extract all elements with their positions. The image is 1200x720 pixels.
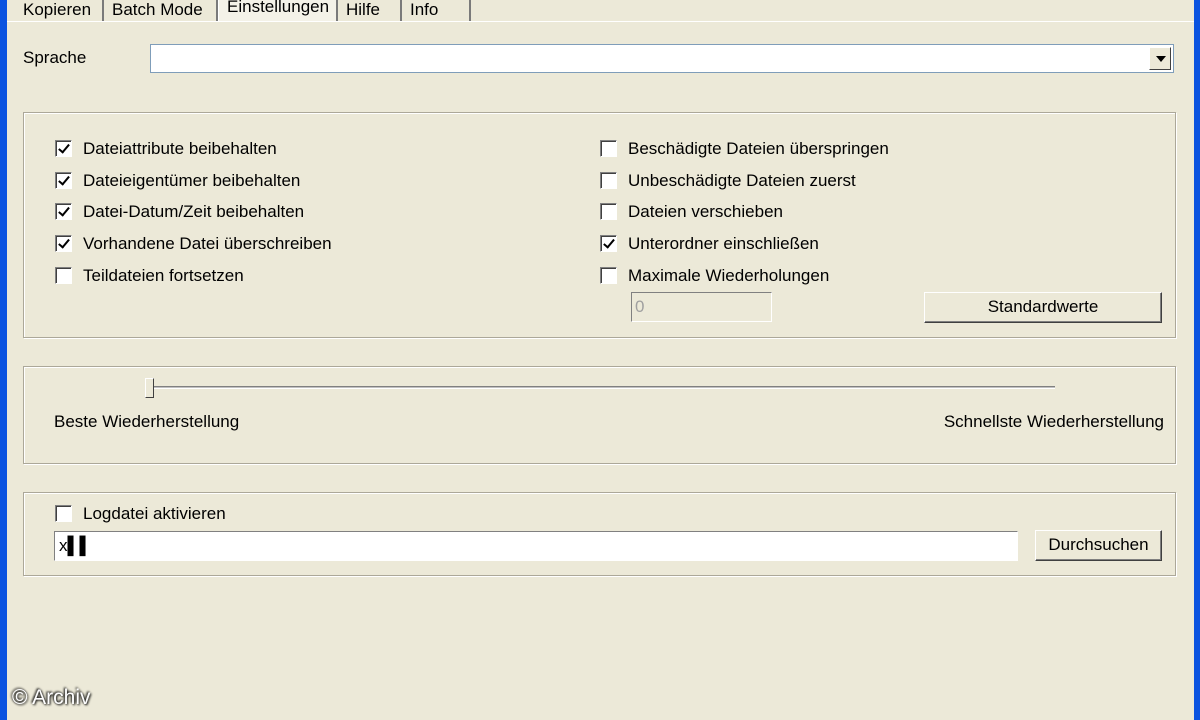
checkbox-label: Maximale Wiederholungen: [628, 266, 830, 285]
checkbox-label: Teildateien fortsetzen: [83, 266, 244, 285]
checkbox-label: Vorhandene Datei überschreiben: [83, 234, 332, 253]
checkbox-label: Beschädigte Dateien überspringen: [628, 139, 889, 158]
checkbox-icon: [600, 203, 617, 220]
tab-strip: Kopieren Batch Mode Einstellungen Hilfe …: [7, 0, 1194, 22]
checkbox-icon: [55, 172, 72, 189]
checkbox-icon: [600, 172, 617, 189]
recovery-slider-track[interactable]: [145, 386, 1055, 389]
recovery-slider-thumb[interactable]: [145, 378, 154, 398]
browse-button[interactable]: Durchsuchen: [1035, 530, 1162, 561]
tab-kopieren[interactable]: Kopieren: [15, 0, 104, 21]
checkbox-label: Dateieigentümer beibehalten: [83, 171, 301, 190]
language-label: Sprache: [23, 48, 87, 67]
tab-info[interactable]: Info: [402, 0, 471, 21]
checkbox-label: Dateiattribute beibehalten: [83, 139, 277, 158]
checkbox-label: Logdatei aktivieren: [83, 504, 226, 523]
tab-einstellungen[interactable]: Einstellungen: [218, 0, 338, 21]
checkbox-icon: [55, 203, 72, 220]
checkbox-icon: [55, 505, 72, 522]
checkbox-label: Unbeschädigte Dateien zuerst: [628, 171, 856, 190]
checkbox-icon: [600, 140, 617, 157]
checkbox-icon: [55, 267, 72, 284]
checkbox-label: Unterordner einschließen: [628, 234, 819, 253]
max-retries-input[interactable]: 0: [631, 292, 772, 322]
window-frame-right: [1194, 0, 1200, 720]
language-select[interactable]: [150, 44, 1174, 73]
dropdown-arrow-icon[interactable]: [1149, 47, 1171, 70]
tab-batch-mode[interactable]: Batch Mode: [104, 0, 218, 21]
watermark: © Archiv: [12, 686, 91, 709]
slider-right-label: Schnellste Wiederherstellung: [943, 412, 1164, 431]
checkbox-icon: [600, 235, 617, 252]
slider-left-label: Beste Wiederherstellung: [54, 412, 240, 431]
tab-hilfe[interactable]: Hilfe: [338, 0, 402, 21]
tab-divider: [7, 21, 1194, 22]
checkbox-icon: [55, 140, 72, 157]
log-path-input[interactable]: x▌▌: [54, 531, 1018, 561]
checkbox-label: Datei-Datum/Zeit beibehalten: [83, 202, 305, 221]
checkbox-icon: [600, 267, 617, 284]
window-frame-left: [0, 0, 7, 720]
defaults-button[interactable]: Standardwerte: [924, 292, 1162, 323]
checkbox-icon: [55, 235, 72, 252]
checkbox-label: Dateien verschieben: [628, 202, 783, 221]
